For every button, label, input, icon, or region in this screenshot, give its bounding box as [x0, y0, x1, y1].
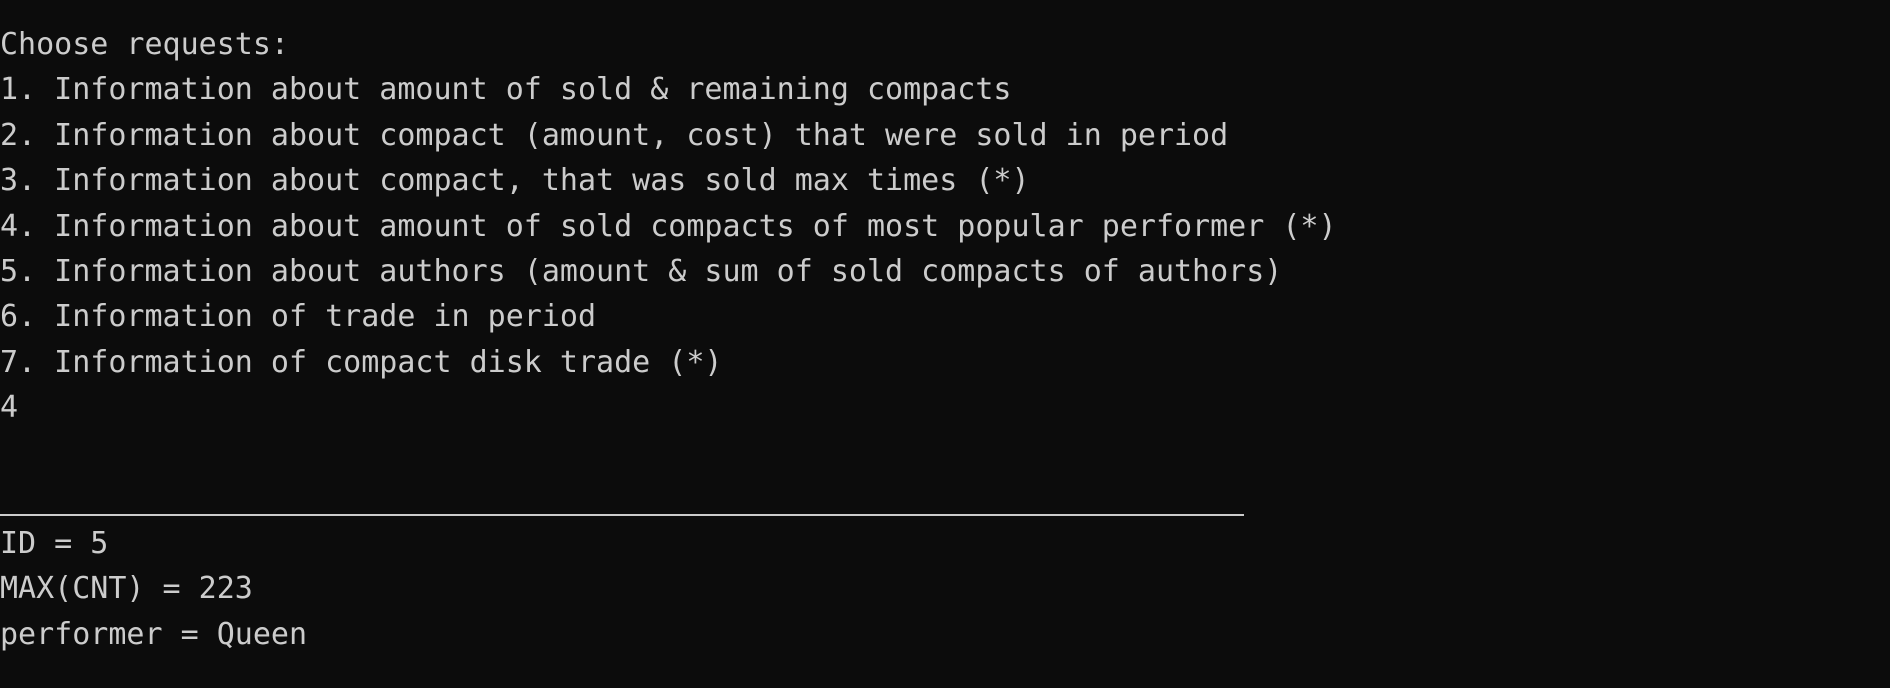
result-line-max-cnt: MAX(CNT) = 223	[0, 571, 253, 607]
menu-item-6: 6. Information of trade in period	[0, 299, 597, 335]
user-input-line: 4	[0, 390, 19, 426]
result-line-performer: performer = Queen	[0, 616, 308, 652]
menu-item-1: 1. Information about amount of sold & re…	[0, 72, 1012, 108]
menu-item-4: 4. Information about amount of sold comp…	[0, 208, 1337, 244]
prompt-text: Choose requests:	[0, 27, 289, 62]
menu-item-3: 3. Information about compact, that was s…	[0, 163, 1030, 199]
menu-item-5: 5. Information about authors (amount & s…	[0, 253, 1283, 289]
menu-item-2: 2. Information about compact (amount, co…	[0, 117, 1229, 153]
menu-item-7: 7. Information of compact disk trade (*)	[0, 344, 723, 380]
separator-line	[0, 514, 1244, 516]
result-line-id: ID = 5	[0, 526, 109, 561]
console-window[interactable]: Choose requests: 1. Information about am…	[0, 0, 1890, 688]
result-block: ID = 5 MAX(CNT) = 223 performer = Queen	[0, 521, 307, 657]
menu-block: Choose requests: 1. Information about am…	[0, 22, 1337, 431]
